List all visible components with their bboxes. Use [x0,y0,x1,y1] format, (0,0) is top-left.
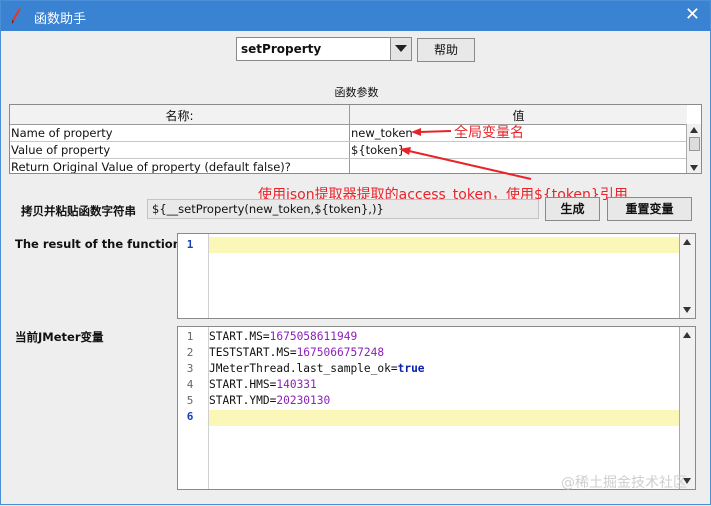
line-number: 2 [186,346,194,359]
jmeter-vars-editor[interactable]: 1 2 3 4 5 6 START.MS=1675058611949 TESTS… [177,326,696,490]
line-number: 1 [186,238,194,251]
watermark: @稀土掘金技术社区 [561,475,687,491]
line-number: 5 [186,394,194,407]
function-string-field[interactable]: ${__setProperty(new_token,${token},)} [147,199,539,219]
var-value: 20230130 [276,394,331,407]
copy-paste-label: 拷贝并粘贴函数字符串 [21,204,136,218]
line-number: 4 [186,378,194,391]
line-number: 1 [186,330,194,343]
function-helper-window: 函数助手 ✕ setProperty 帮助 函数参数 名称: 值 Name of… [0,0,711,505]
var-key: START.MS= [209,330,270,343]
result-scrollbar[interactable] [679,234,695,318]
arrow-to-name [418,130,452,133]
line-number: 6 [186,410,194,423]
generate-button[interactable]: 生成 [545,197,600,221]
scroll-up-icon[interactable] [683,239,691,245]
scroll-up-icon[interactable] [683,332,691,338]
arrowhead-icon [399,147,411,155]
var-key: TESTSTART.MS= [209,346,297,359]
var-key: START.HMS= [209,378,277,391]
line-number: 3 [186,362,194,375]
jmeter-vars-label: 当前JMeter变量 [15,330,104,344]
reset-variables-button[interactable]: 重置变量 [607,197,692,221]
code-line: TESTSTART.MS=1675066757248 [209,346,384,359]
current-line-highlight [209,410,695,426]
arrowhead-icon [411,128,421,136]
result-label: The result of the function is [15,237,196,251]
code-line: START.HMS=140331 [209,378,317,391]
code-line: START.MS=1675058611949 [209,330,357,343]
var-value: true [397,362,425,375]
arrow-to-value [408,150,532,180]
scroll-down-icon[interactable] [683,307,691,313]
code-line: JMeterThread.last_sample_ok=true [209,362,425,375]
var-key: START.YMD= [209,394,277,407]
current-line-highlight [209,237,695,253]
var-value: 140331 [276,378,317,391]
var-value: 1675066757248 [296,346,385,359]
result-editor[interactable]: 1 [177,233,696,319]
var-key: JMeterThread.last_sample_ok= [209,362,398,375]
var-value: 1675058611949 [269,330,358,343]
vars-scrollbar[interactable] [679,327,695,489]
code-line: START.YMD=20230130 [209,394,330,407]
